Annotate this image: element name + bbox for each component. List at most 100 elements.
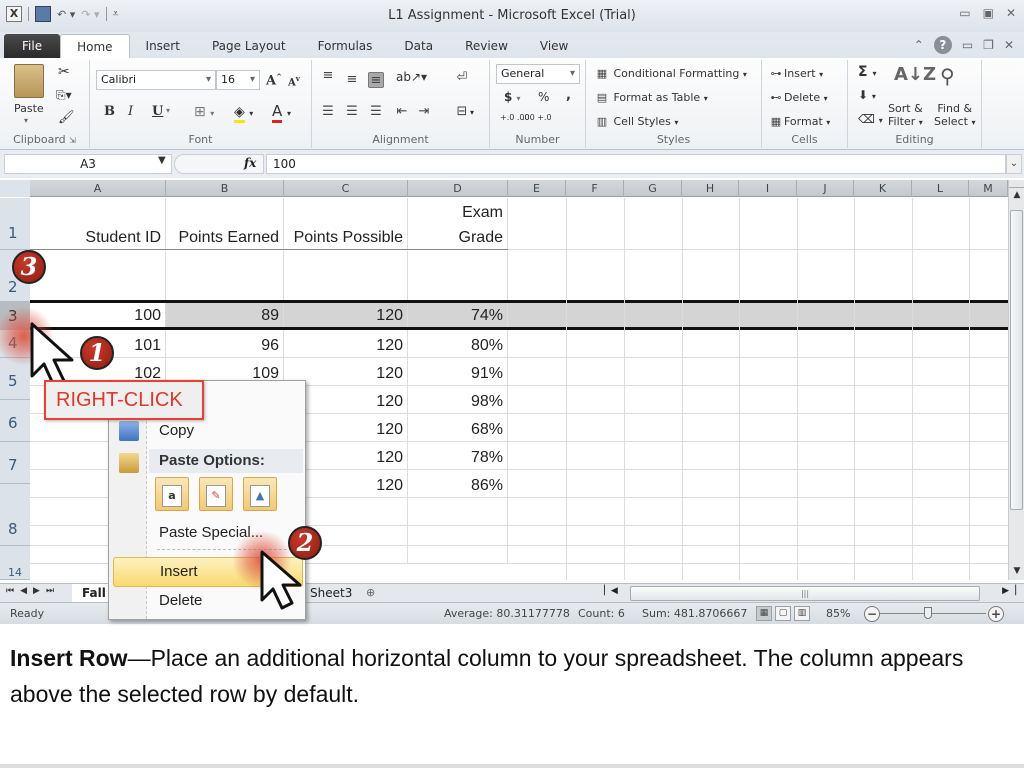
expand-formula-bar-icon[interactable]: ⌄ (1006, 154, 1022, 174)
bold-button[interactable]: B (104, 104, 115, 119)
cell-styles-button[interactable]: ▥ Cell Styles ▾ (594, 114, 679, 130)
tab-home[interactable]: Home (60, 34, 130, 58)
column-header-k[interactable]: K (854, 180, 912, 197)
split-handle[interactable] (1009, 180, 1024, 188)
copy-icon[interactable]: ⎘▾ (56, 88, 72, 103)
cell-c2[interactable] (284, 251, 408, 300)
cell-b2[interactable] (166, 251, 284, 300)
tab-page-layout[interactable]: Page Layout (196, 34, 302, 58)
name-box-dropdown-icon[interactable]: ▼ (158, 155, 166, 166)
underline-dropdown-icon[interactable]: ▾ (166, 106, 170, 115)
grow-font-icon[interactable]: A^ (266, 72, 282, 88)
normal-view-icon[interactable]: ▦ (756, 606, 772, 621)
cell-d5[interactable]: 91% (408, 358, 508, 385)
paste-button[interactable]: Paste (14, 102, 44, 115)
dialog-launcher-icon[interactable]: ⇲ (69, 136, 76, 145)
comma-button[interactable]: , (566, 88, 571, 103)
cell-b3[interactable]: 89 (166, 303, 284, 327)
row-header-1[interactable]: 1 (0, 198, 30, 250)
number-format-select[interactable]: General (496, 64, 580, 84)
row-header-8[interactable]: 8 (0, 484, 30, 546)
column-header-f[interactable]: F (566, 180, 624, 197)
table-row-selected[interactable]: 100 89 120 74% (30, 300, 1008, 330)
page-break-view-icon[interactable]: ▥ (794, 606, 810, 621)
decrease-indent-icon[interactable]: ⇤ (394, 104, 410, 120)
find-select-icon[interactable]: ⚲ (940, 64, 955, 88)
context-copy[interactable]: Copy (113, 419, 303, 443)
name-box[interactable]: A3 (4, 154, 172, 174)
row-header-6[interactable]: 6 (0, 400, 30, 442)
font-size-select[interactable]: 16 (216, 70, 260, 90)
cell-d2[interactable] (408, 251, 508, 300)
find-select-button[interactable]: Find & Select ▾ (934, 102, 975, 129)
cell-c1[interactable]: Points Possible (284, 198, 408, 249)
decrease-decimal-button[interactable]: .00 +.0 (522, 114, 552, 122)
insert-sheet-icon[interactable]: ⊕ (356, 584, 385, 602)
column-header-l[interactable]: L (912, 180, 969, 197)
cell-c4[interactable]: 120 (284, 330, 408, 357)
font-color-icon[interactable]: A ▾ (272, 102, 291, 123)
cell-b1[interactable]: Points Earned (166, 198, 284, 249)
tab-formulas[interactable]: Formulas (302, 34, 389, 58)
currency-button[interactable]: $ ▾ (504, 90, 521, 104)
fill-color-icon[interactable]: ◈ ▾ (234, 104, 253, 123)
conditional-formatting-button[interactable]: ▦ Conditional Formatting ▾ (594, 66, 747, 82)
shrink-font-icon[interactable]: Av (288, 74, 300, 88)
scroll-left-icon[interactable]: ▏◀ (604, 586, 618, 596)
orientation-icon[interactable]: ab↗▾ (396, 70, 427, 84)
column-header-e[interactable]: E (508, 180, 566, 197)
cell-d9[interactable]: 86% (408, 470, 508, 497)
autosum-button[interactable]: Σ ▾ (858, 64, 876, 80)
zoom-slider-handle[interactable] (924, 607, 932, 619)
tab-insert[interactable]: Insert (130, 34, 196, 58)
format-cells-button[interactable]: ▦ Format ▾ (768, 114, 830, 130)
sheet-navigation[interactable]: ⏮◀▶⏭ (6, 586, 60, 596)
zoom-in-button[interactable]: + (988, 606, 1004, 622)
borders-icon[interactable]: ⊞ ▾ (194, 104, 214, 120)
insert-cells-button[interactable]: ⊶ Insert ▾ (768, 66, 824, 82)
merge-center-icon[interactable]: ⊟ ▾ (454, 104, 474, 120)
help-icon[interactable]: ? (933, 36, 952, 54)
cell-d6[interactable]: 98% (408, 386, 508, 413)
paste-formatting-icon[interactable]: ✎ (199, 477, 233, 511)
column-header-b[interactable]: B (166, 180, 284, 197)
scroll-down-icon[interactable]: ▼ (1009, 566, 1024, 576)
clear-icon[interactable]: ⌫ ▾ (858, 112, 883, 126)
paste-keep-source-icon[interactable]: a (155, 477, 189, 511)
column-header-c[interactable]: C (284, 180, 408, 197)
row-header-7[interactable]: 7 (0, 442, 30, 484)
cut-icon[interactable]: ✂ (58, 64, 70, 80)
zoom-level[interactable]: 85% (826, 607, 850, 620)
tab-review[interactable]: Review (449, 34, 524, 58)
cell-a1[interactable]: Student ID (30, 198, 166, 249)
minimize-ribbon-icon[interactable]: ⌃ (914, 38, 924, 52)
column-header-h[interactable]: H (682, 180, 739, 197)
cell-c3[interactable]: 120 (284, 303, 408, 327)
cell-d1[interactable]: Exam Grade (408, 198, 508, 249)
column-header-d[interactable]: D (408, 180, 508, 197)
cell-b4[interactable]: 96 (166, 330, 284, 357)
vertical-scroll-thumb[interactable] (1010, 210, 1023, 510)
align-top-icon[interactable]: ≡ (320, 68, 336, 84)
zoom-out-button[interactable]: − (864, 606, 880, 622)
zoom-slider[interactable] (880, 607, 986, 619)
column-header-m[interactable]: M (969, 180, 1008, 197)
row-header-14[interactable]: 14 (0, 546, 30, 580)
column-header-i[interactable]: I (739, 180, 797, 197)
column-header-g[interactable]: G (624, 180, 682, 197)
vertical-scrollbar[interactable]: ▲ ▼ (1008, 180, 1024, 580)
tab-file[interactable]: File (4, 34, 61, 58)
align-middle-icon[interactable]: ≡ (344, 72, 360, 88)
align-left-icon[interactable]: ☰ (320, 104, 336, 120)
column-header-j[interactable]: J (797, 180, 854, 197)
italic-button[interactable]: I (128, 104, 133, 119)
workbook-minimize-icon[interactable]: ▭ (962, 38, 973, 52)
scroll-up-icon[interactable]: ▲ (1009, 190, 1024, 200)
align-center-icon[interactable]: ☰ (344, 104, 360, 120)
horizontal-scroll-thumb[interactable]: ||| (630, 586, 980, 601)
font-name-select[interactable]: Calibri (96, 70, 216, 90)
cell[interactable] (408, 498, 508, 525)
scroll-right-icon[interactable]: ▶▕ (1002, 586, 1016, 596)
format-as-table-button[interactable]: ▤ Format as Table ▾ (594, 90, 708, 106)
restore-icon[interactable]: ▣ (983, 6, 994, 20)
